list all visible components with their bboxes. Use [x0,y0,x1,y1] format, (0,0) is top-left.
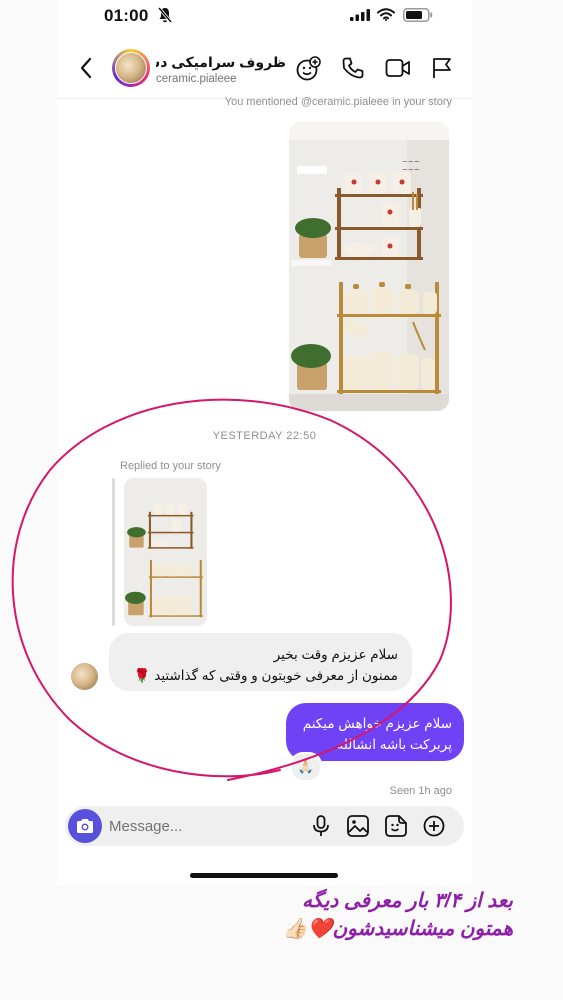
story-image[interactable]: ـــ ـــ ـــ ـــ ـــ ـــ [289,122,449,411]
chat-timestamp: YESTERDAY 22:50 [212,430,317,442]
caption-line: بعد از ۳/۴ بار معرفی دیگه [302,890,513,912]
camera-button[interactable] [68,809,102,843]
report-flag-icon[interactable] [431,56,453,80]
message-input[interactable] [109,816,299,836]
svg-text:ـــ ـــ ـــ: ـــ ـــ ـــ [402,166,420,172]
phone-screen: 01:00 ظروف سرامیکی د ceramic.pialeee You… [57,0,472,885]
home-indicator [190,873,338,878]
profile-handle[interactable]: ceramic.pialeee [156,73,237,85]
camera-icon [77,819,93,833]
incoming-message-line: ممنون از معرفی خوبتون و وقتی که گذاشتید … [133,668,398,683]
replied-story-thumbnail[interactable] [124,478,207,626]
story-mention-note: You mentioned @ceramic.pialeee in your s… [224,96,452,108]
status-time: 01:00 [104,6,149,25]
replied-to-story-note: Replied to your story [120,460,221,472]
sticker-face-add-icon[interactable] [295,56,321,82]
sticker-icon[interactable] [385,815,407,837]
message-composer [65,806,464,846]
video-call-icon[interactable] [385,56,411,80]
message-reaction[interactable]: 🙏🏻 [290,752,322,782]
status-bar: 01:00 [57,0,472,32]
sender-avatar[interactable] [71,663,98,690]
add-icon[interactable] [423,815,445,837]
incoming-message-line: سلام عزیزم وقت بخیر [273,647,398,662]
bell-muted-icon [158,7,172,23]
back-arrow-icon[interactable] [79,57,93,79]
wifi-icon [377,8,395,21]
incoming-message-bubble[interactable]: سلام عزیزم وقت بخیر ممنون از معرفی خوبتو… [109,633,412,691]
caption-line: همتون میشناسیدشون❤️👍🏻 [282,918,513,940]
seen-status: Seen 1h ago [389,785,452,797]
cellular-signal-icon [350,9,370,21]
svg-text:ـــ ـــ ـــ: ـــ ـــ ـــ [402,158,420,164]
profile-name[interactable]: ظروف سرامیکی دس... [156,54,286,71]
battery-icon [403,8,433,22]
profile-avatar[interactable] [112,49,150,87]
outgoing-message-line: سلام عزیزم خواهش میکنم [302,716,452,731]
microphone-icon[interactable] [311,815,331,837]
phone-call-icon[interactable] [341,56,365,80]
gallery-icon[interactable] [347,815,369,837]
reply-quote-bar [112,478,115,626]
chat-header: ظروف سرامیکی دس... ceramic.pialeee [57,40,472,99]
